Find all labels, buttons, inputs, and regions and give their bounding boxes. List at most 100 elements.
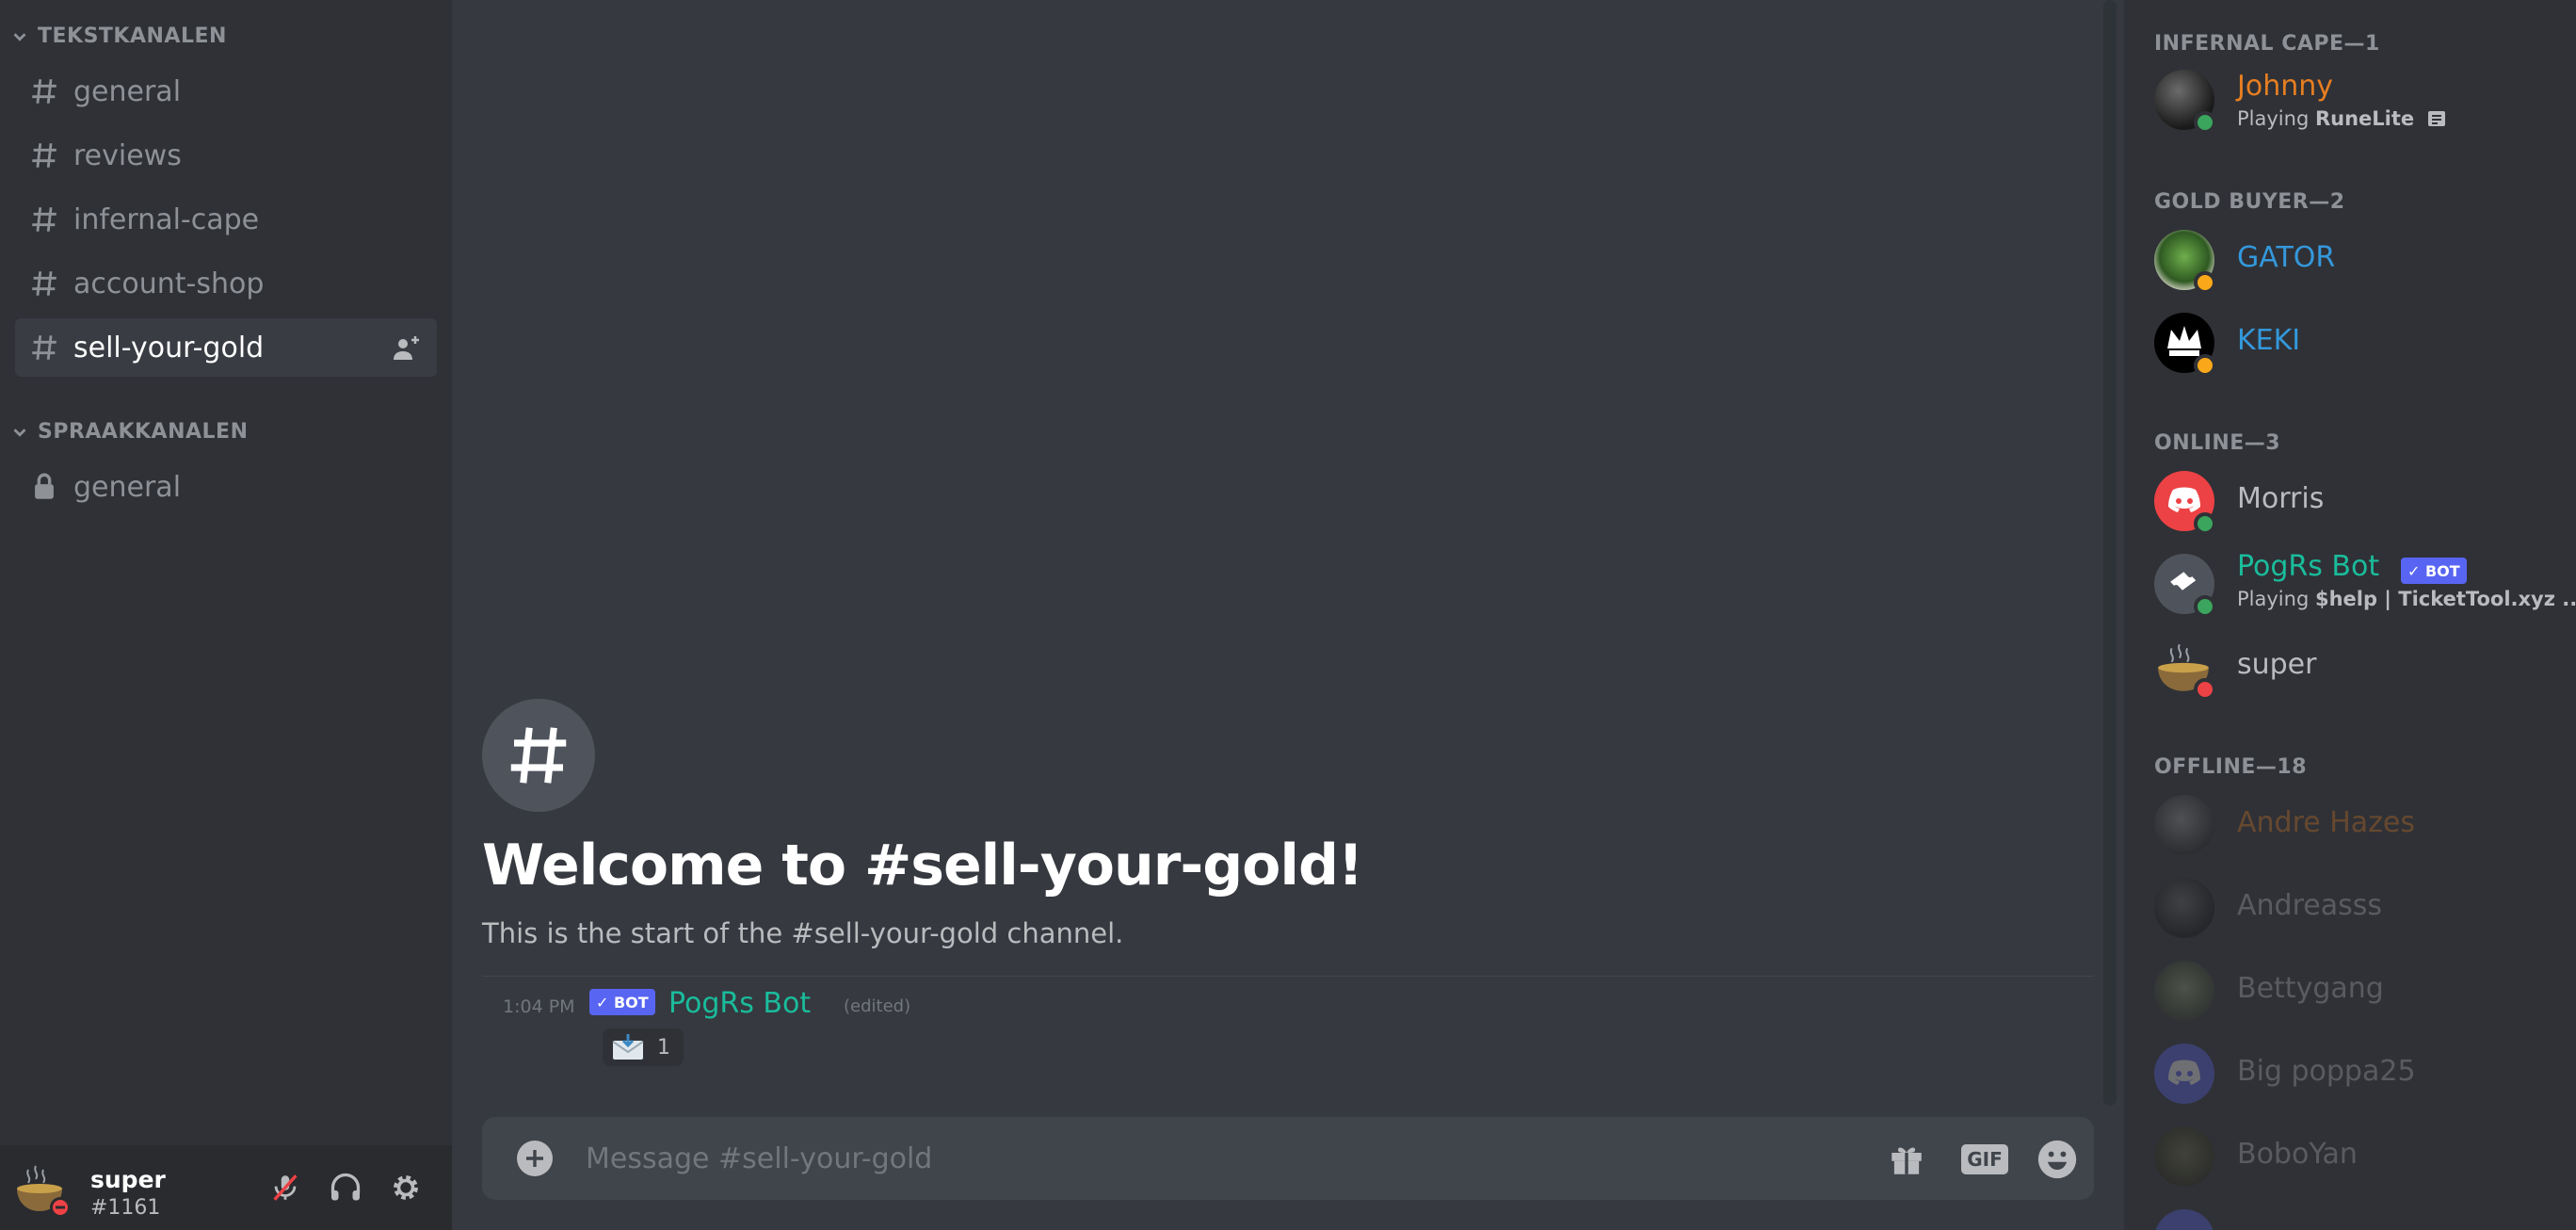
lock-icon (15, 471, 73, 503)
category-voice-channels[interactable]: SPRAAKKANALEN (9, 420, 248, 444)
group-header: INFERNAL CAPE—1 (2154, 32, 2380, 56)
smiley-icon (2037, 1140, 2077, 1179)
channel-infernal-cape[interactable]: infernal-cape (15, 190, 437, 249)
online-status-icon (2194, 595, 2216, 618)
mute-button[interactable] (264, 1166, 307, 1209)
avatar (2154, 878, 2214, 938)
category-text-channels[interactable]: TEKSTKANALEN (9, 24, 227, 48)
hash-icon (15, 139, 73, 171)
message: 1:04 PM ✓ BOT PogRs Bot (edited) 1 (482, 983, 2094, 1068)
category-label: SPRAAKKANALEN (38, 420, 249, 444)
message-author[interactable]: PogRs Bot (668, 987, 811, 1020)
invite-member-icon[interactable] (392, 333, 422, 362)
microphone-muted-icon (273, 1174, 298, 1201)
gif-label: GIF (1961, 1144, 2008, 1174)
member-name: BoboYan (2237, 1138, 2358, 1171)
reaction-count: 1 (657, 1035, 670, 1060)
channel-hash-icon (482, 699, 595, 812)
avatar (2154, 471, 2216, 535)
member-offline[interactable]: Big poppa25 (2154, 1038, 2568, 1109)
add-attachment-icon[interactable] (516, 1140, 554, 1177)
avatar (2154, 313, 2216, 377)
divider (482, 976, 2094, 977)
member-pogrs-bot[interactable]: PogRs Bot ✓ BOT Playing $help | TicketTo… (2154, 548, 2576, 620)
message-composer: GIF (482, 1117, 2094, 1200)
channel-label: reviews (73, 138, 182, 172)
gift-icon (1892, 1147, 1922, 1174)
member-name: super (2237, 648, 2317, 681)
hash-icon (15, 75, 73, 107)
avatar (2154, 961, 2214, 1021)
avatar (2154, 554, 2216, 618)
member-list: INFERNAL CAPE—1 Johnny Playing RuneLite … (2124, 0, 2576, 1230)
welcome-title: Welcome to #sell-your-gold! (482, 833, 1363, 898)
avatar[interactable] (13, 1160, 72, 1219)
idle-status-icon (2194, 271, 2216, 294)
member-offline[interactable]: Andreasss (2154, 872, 2568, 944)
avatar (2154, 70, 2216, 134)
member-offline[interactable]: Bettygang (2154, 955, 2568, 1027)
bot-badge: ✓ BOT (589, 989, 655, 1015)
member-johnny[interactable]: Johnny Playing RuneLite (2154, 64, 2568, 136)
discord-logo-icon (2168, 487, 2200, 512)
member-keki[interactable]: KEKI (2154, 307, 2568, 379)
bot-badge: ✓ BOT (2401, 558, 2467, 584)
avatar (2154, 1209, 2214, 1230)
hash-icon (15, 267, 73, 299)
avatar (2154, 230, 2216, 294)
member-gator[interactable]: GATOR (2154, 224, 2568, 296)
online-status-icon (2194, 512, 2216, 535)
reaction-envelope[interactable]: 1 (603, 1028, 684, 1066)
member-name: KEKI (2237, 324, 2301, 357)
chevron-down-icon (13, 428, 26, 437)
scrollbar[interactable] (2103, 0, 2117, 1106)
channel-label: account-shop (73, 267, 265, 300)
member-name: Big poppa25 (2237, 1055, 2416, 1088)
chat-area: Welcome to #sell-your-gold! This is the … (452, 0, 2124, 1230)
username: super (90, 1166, 166, 1193)
channel-reviews[interactable]: reviews (15, 126, 437, 185)
emoji-button[interactable] (2036, 1138, 2079, 1181)
dnd-status-icon (2194, 678, 2216, 701)
member-name: Johnny (2237, 70, 2333, 103)
member-name: Andre Hazes (2237, 806, 2416, 839)
category-label: TEKSTKANALEN (38, 24, 227, 48)
discord-logo-icon (2168, 1060, 2200, 1085)
channel-sidebar: TEKSTKANALEN general reviews infernal-ca… (0, 0, 452, 1230)
online-status-icon (2194, 111, 2216, 134)
member-morris[interactable]: Morris (2154, 465, 2568, 537)
gif-button[interactable]: GIF (1960, 1138, 2009, 1181)
rich-presence-icon (2427, 111, 2445, 126)
gift-button[interactable] (1885, 1138, 1928, 1181)
envelope-icon (612, 1034, 644, 1060)
edited-label: (edited) (844, 996, 911, 1016)
hash-icon (15, 332, 73, 364)
voice-channel-general[interactable]: general (15, 458, 437, 516)
channel-account-shop[interactable]: account-shop (15, 254, 437, 313)
member-name: Morris (2237, 482, 2325, 515)
member-offline[interactable] (2154, 1204, 2568, 1230)
gear-icon (394, 1175, 418, 1200)
channel-label: general (73, 470, 182, 504)
member-name: GATOR (2237, 241, 2336, 274)
group-header: OFFLINE—18 (2154, 755, 2308, 779)
member-super[interactable]: super (2154, 631, 2568, 703)
headphones-icon (330, 1173, 361, 1201)
hash-icon (15, 203, 73, 235)
member-offline[interactable]: Andre Hazes (2154, 789, 2568, 861)
message-timestamp: 1:04 PM (503, 996, 575, 1017)
member-activity: Playing $help | TicketTool.xyz ... (2237, 588, 2576, 610)
group-header: ONLINE—3 (2154, 431, 2281, 455)
channel-sell-your-gold[interactable]: sell-your-gold (15, 318, 437, 377)
user-tag: #1161 (90, 1196, 161, 1220)
channel-label: infernal-cape (73, 202, 260, 236)
user-settings-button[interactable] (384, 1166, 427, 1209)
member-name: Bettygang (2237, 972, 2384, 1005)
deafen-button[interactable] (324, 1166, 367, 1209)
message-input[interactable] (586, 1117, 1763, 1200)
member-offline[interactable]: BoboYan (2154, 1121, 2568, 1192)
idle-status-icon (2194, 354, 2216, 377)
chevron-down-icon (13, 32, 26, 41)
channel-label: general (73, 74, 182, 108)
channel-general[interactable]: general (15, 62, 437, 121)
